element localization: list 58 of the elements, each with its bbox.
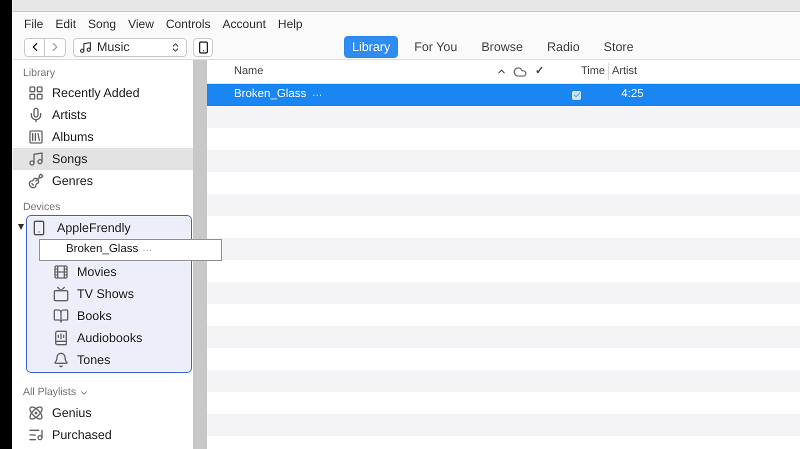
column-header[interactable]: Time: [581, 63, 607, 80]
item-icon: [53, 264, 69, 280]
more-button[interactable]: ···: [312, 88, 572, 102]
item-icon: [53, 308, 69, 324]
device-item[interactable]: AppleFrendly: [27, 217, 191, 239]
sidebar-item[interactable]: Artists: [12, 104, 193, 126]
item-icon: [28, 151, 44, 167]
disclosure-triangle-icon[interactable]: [18, 224, 24, 230]
phone-icon: [31, 220, 47, 236]
sidebar-item[interactable]: Books: [27, 305, 191, 327]
sidebar-item[interactable]: Movies: [27, 261, 191, 283]
section-header: Library: [22, 66, 56, 81]
menu-item[interactable]: Account: [222, 14, 266, 32]
table-cell-text: Broken_Glass: [234, 87, 306, 102]
menu-item[interactable]: View: [128, 14, 154, 32]
menu-item[interactable]: Help: [278, 14, 303, 32]
tab[interactable]: Browse: [473, 36, 531, 58]
menu-item[interactable]: Edit: [55, 14, 76, 32]
item-icon: [28, 173, 44, 189]
tab[interactable]: Radio: [539, 36, 588, 58]
phone-icon: [196, 40, 210, 54]
sidebar-item[interactable]: Audiobooks: [27, 327, 191, 349]
tab[interactable]: For You: [406, 36, 466, 58]
sidebar-item[interactable]: TV Shows: [27, 283, 191, 305]
sidebar-item[interactable]: Tones: [27, 349, 191, 371]
item-icon: [53, 330, 69, 346]
media-kind-select[interactable]: Music: [73, 38, 187, 56]
sidebar-item[interactable]: Recently Added: [12, 82, 193, 104]
item-icon: [53, 352, 69, 368]
column-header[interactable]: ✓: [535, 63, 551, 80]
item-icon: [28, 129, 44, 145]
column-header[interactable]: Artist: [608, 63, 638, 80]
section-header: Devices: [22, 200, 62, 215]
item-icon: [28, 405, 44, 421]
table-cell-text: 4:25: [621, 87, 644, 102]
menu-item[interactable]: Song: [88, 14, 116, 32]
column-header[interactable]: Name: [234, 63, 496, 80]
menu-item[interactable]: Controls: [166, 14, 211, 32]
drag-ghost: Broken_Glass ···: [39, 239, 222, 261]
note-icon: [79, 40, 92, 54]
item-icon: [28, 427, 44, 443]
sidebar-item[interactable]: Genius: [12, 402, 193, 424]
sidebar-item[interactable]: Albums: [12, 126, 193, 148]
menu-item[interactable]: File: [24, 14, 44, 32]
section-header[interactable]: All Playlists: [23, 385, 76, 401]
row-checkbox[interactable]: [572, 90, 582, 100]
sidebar-item[interactable]: Purchased: [12, 424, 193, 446]
updown-icon: [170, 42, 181, 52]
device-button[interactable]: [193, 38, 213, 56]
item-icon: [28, 107, 44, 123]
table-row[interactable]: Broken_Glass ··· 4:25: [207, 84, 800, 106]
sidebar-item[interactable]: Genres: [12, 170, 193, 192]
back-button[interactable]: [24, 38, 45, 56]
tab[interactable]: Store: [596, 36, 642, 58]
item-icon: [28, 85, 44, 101]
sidebar-item[interactable]: Songs: [12, 148, 193, 170]
item-icon: [53, 286, 69, 302]
cloud-icon[interactable]: [513, 64, 527, 78]
